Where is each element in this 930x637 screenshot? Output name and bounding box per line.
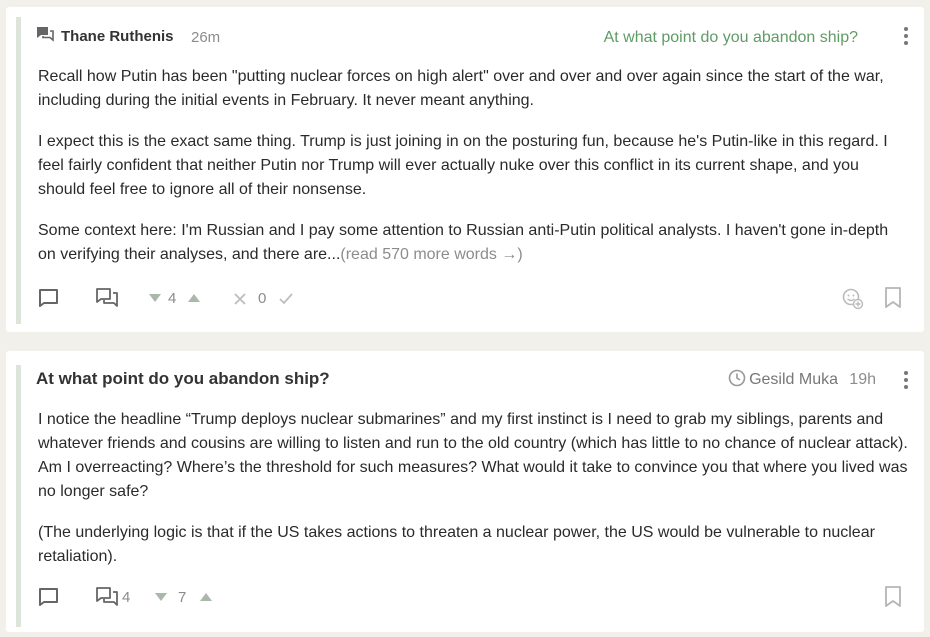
- post-accent-bar: [16, 365, 21, 627]
- comment-thread-bar[interactable]: [16, 17, 21, 324]
- comment-karma: 4: [168, 290, 177, 307]
- comment-header: Thane Ruthenis 26m At what point do you …: [36, 23, 914, 49]
- comment-author[interactable]: Thane Ruthenis: [61, 28, 174, 45]
- post-header: At what point do you abandon ship? Gesil…: [36, 367, 914, 393]
- more-icon[interactable]: [898, 370, 914, 390]
- reply-icon[interactable]: [38, 586, 60, 608]
- post-author[interactable]: Gesild Muka: [749, 371, 838, 389]
- post-karma: 7: [178, 589, 187, 606]
- thread-icon[interactable]: [95, 287, 119, 309]
- comment-paragraph: Recall how Putin has been "putting nucle…: [38, 68, 884, 109]
- reply-icon[interactable]: [38, 287, 60, 309]
- vote-down-icon[interactable]: [148, 292, 162, 304]
- vote-up-icon[interactable]: [187, 292, 201, 304]
- comment-paragraph: Some context here: I'm Russian and I pay…: [38, 219, 908, 267]
- post-paragraph: I notice the headline “Trump deploys nuc…: [38, 411, 908, 500]
- comment-paragraph: I expect this is the exact same thing. T…: [38, 133, 888, 198]
- bookmark-icon[interactable]: [884, 287, 902, 309]
- comment-age[interactable]: 26m: [191, 29, 220, 46]
- post-body: I notice the headline “Trump deploys nuc…: [38, 408, 908, 586]
- comment-body: Recall how Putin has been "putting nucle…: [38, 65, 908, 284]
- post-comment-count[interactable]: 4: [122, 589, 130, 606]
- more-icon[interactable]: [898, 26, 914, 46]
- post-paragraph: (The underlying logic is that if the US …: [38, 524, 875, 565]
- comment-card: Thane Ruthenis 26m At what point do you …: [6, 7, 924, 332]
- clock-icon: [728, 369, 746, 387]
- comment-agreement: 0: [258, 290, 267, 307]
- comments-icon[interactable]: [95, 586, 119, 608]
- comment-post-link[interactable]: At what point do you abandon ship?: [604, 29, 858, 47]
- disagree-icon[interactable]: [233, 292, 247, 306]
- react-icon[interactable]: [842, 288, 864, 310]
- agree-icon[interactable]: [278, 292, 294, 306]
- post-title[interactable]: At what point do you abandon ship?: [36, 369, 330, 389]
- bookmark-icon[interactable]: [884, 586, 902, 608]
- post-card: At what point do you abandon ship? Gesil…: [6, 351, 924, 632]
- comment-footer: 4 0: [38, 287, 908, 311]
- vote-down-icon[interactable]: [154, 591, 168, 603]
- vote-up-icon[interactable]: [199, 591, 213, 603]
- post-age: 19h: [849, 371, 876, 388]
- post-footer: 4 7: [38, 586, 908, 610]
- comment-icon: [36, 26, 54, 42]
- read-more-link[interactable]: (read 570 more words →): [340, 246, 522, 263]
